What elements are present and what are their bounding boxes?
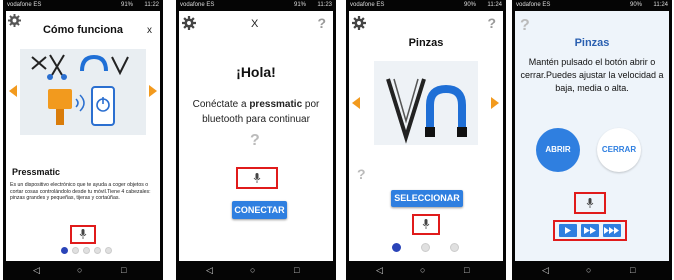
- help-icon[interactable]: ?: [487, 15, 496, 31]
- phone-screen-connect: vodafone ES 91% 11:23 X ? ¡Hola! Conécta…: [176, 0, 336, 280]
- carrier-label: vodafone ES: [350, 2, 385, 8]
- back-icon[interactable]: ◁: [206, 265, 213, 276]
- settings-gear-icon[interactable]: [352, 16, 366, 30]
- page-indicator-dot[interactable]: [421, 243, 430, 252]
- app-screen: Cómo funciona x Pressmatic Es un disposi…: [6, 11, 160, 261]
- battery-level: 91%: [293, 2, 306, 8]
- previous-tool-arrow-icon[interactable]: [352, 97, 360, 109]
- home-icon[interactable]: ○: [250, 265, 255, 275]
- microphone-icon: [422, 219, 430, 229]
- status-bar: vodafone ES 90% 11:24: [346, 0, 506, 11]
- microphone-icon: [586, 197, 594, 208]
- page-indicator-dot[interactable]: [450, 243, 459, 252]
- voice-input-button[interactable]: [236, 167, 278, 189]
- description-text: Es un dispositivo electrónico que te ayu…: [10, 182, 151, 202]
- carrier-label: vodafone ES: [7, 2, 42, 8]
- slow-speed-icon[interactable]: [559, 224, 577, 237]
- medium-speed-icon[interactable]: [581, 224, 599, 237]
- voice-input-button[interactable]: [574, 192, 606, 214]
- app-screen: ? Pinzas Mantén pulsado el botón abrir o…: [515, 11, 669, 261]
- back-icon[interactable]: ◁: [542, 265, 549, 276]
- connect-button[interactable]: CONECTAR: [232, 201, 287, 219]
- battery-level: 90%: [629, 2, 642, 8]
- phone-screen-how-it-works: vodafone ES 91% 11:22 Cómo funciona x Pr…: [3, 0, 163, 280]
- clock: 11:24: [487, 2, 502, 8]
- illustration-panel: [20, 49, 146, 135]
- voice-input-button[interactable]: [70, 225, 96, 244]
- page-indicator-dot[interactable]: [72, 247, 79, 254]
- help-question-icon[interactable]: ?: [357, 166, 366, 182]
- android-nav-bar: ◁ ○ □: [346, 261, 506, 280]
- clock: 11:22: [144, 2, 159, 8]
- close-button[interactable]: CERRAR: [597, 128, 641, 172]
- close-button[interactable]: X: [251, 18, 258, 30]
- android-nav-bar: ◁ ○ □: [3, 261, 163, 280]
- app-screen: ? Pinzas ? SELECCIONAR: [349, 11, 503, 261]
- page-indicator-dot[interactable]: [105, 247, 112, 254]
- phone-screen-select-tool: vodafone ES 90% 11:24 ? Pinzas ? SELECCI…: [346, 0, 506, 280]
- connect-prefix: Conéctate a: [192, 99, 250, 110]
- android-nav-bar: ◁ ○ □: [512, 261, 672, 280]
- page-title: Cómo funciona: [42, 24, 124, 36]
- recent-apps-icon[interactable]: □: [121, 265, 126, 275]
- connect-instructions: Conéctate a pressmatic por bluetooth par…: [185, 97, 327, 127]
- microphone-icon: [79, 229, 87, 239]
- page-indicator-dot[interactable]: [83, 247, 90, 254]
- previous-arrow-icon[interactable]: [9, 85, 17, 97]
- greeting-heading: ¡Hola!: [236, 64, 276, 80]
- recent-apps-icon[interactable]: □: [630, 265, 635, 275]
- speed-controls: [553, 220, 627, 241]
- tools-illustration-icon: [31, 54, 129, 126]
- page-indicator-dot[interactable]: [94, 247, 101, 254]
- tool-title: Pinzas: [408, 37, 444, 49]
- phone-screen-control: vodafone ES 90% 11:24 ? Pinzas Mantén pu…: [512, 0, 672, 280]
- carrier-label: vodafone ES: [180, 2, 215, 8]
- battery-level: 90%: [463, 2, 476, 8]
- home-icon[interactable]: ○: [586, 265, 591, 275]
- tool-image-panel: [374, 61, 478, 145]
- android-nav-bar: ◁ ○ □: [176, 261, 336, 280]
- app-screen: X ? ¡Hola! Conéctate a pressmatic por bl…: [179, 11, 333, 261]
- settings-gear-icon[interactable]: [182, 16, 196, 30]
- microphone-icon: [253, 172, 261, 183]
- home-icon[interactable]: ○: [77, 265, 82, 275]
- brand-name: pressmatic: [249, 99, 303, 110]
- home-icon[interactable]: ○: [420, 265, 425, 275]
- status-bar: vodafone ES 91% 11:22: [3, 0, 163, 11]
- voice-input-button[interactable]: [412, 214, 440, 235]
- section-heading: Pressmatic: [12, 167, 61, 177]
- page-indicator-dot[interactable]: [61, 247, 68, 254]
- close-button[interactable]: x: [147, 25, 152, 36]
- help-icon[interactable]: ?: [317, 15, 326, 31]
- clock: 11:24: [653, 2, 668, 8]
- page-indicator-dot[interactable]: [392, 243, 401, 252]
- control-instructions: Mantén pulsado el botón abrir o cerrar.P…: [520, 57, 664, 93]
- back-icon[interactable]: ◁: [376, 265, 383, 276]
- back-icon[interactable]: ◁: [33, 265, 40, 276]
- recent-apps-icon[interactable]: □: [294, 265, 299, 275]
- next-tool-arrow-icon[interactable]: [491, 97, 499, 109]
- recent-apps-icon[interactable]: □: [464, 265, 469, 275]
- help-icon[interactable]: ?: [520, 17, 530, 35]
- help-question-icon[interactable]: ?: [250, 132, 260, 150]
- open-button[interactable]: ABRIR: [536, 128, 580, 172]
- fast-speed-icon[interactable]: [603, 224, 621, 237]
- battery-level: 91%: [120, 2, 133, 8]
- status-bar: vodafone ES 90% 11:24: [512, 0, 672, 11]
- status-bar: vodafone ES 91% 11:23: [176, 0, 336, 11]
- pliers-tool-icon: [386, 78, 467, 144]
- tool-title: Pinzas: [574, 37, 610, 49]
- select-button[interactable]: SELECCIONAR: [391, 190, 463, 207]
- next-arrow-icon[interactable]: [149, 85, 157, 97]
- clock: 11:23: [317, 2, 332, 8]
- carrier-label: vodafone ES: [516, 2, 551, 8]
